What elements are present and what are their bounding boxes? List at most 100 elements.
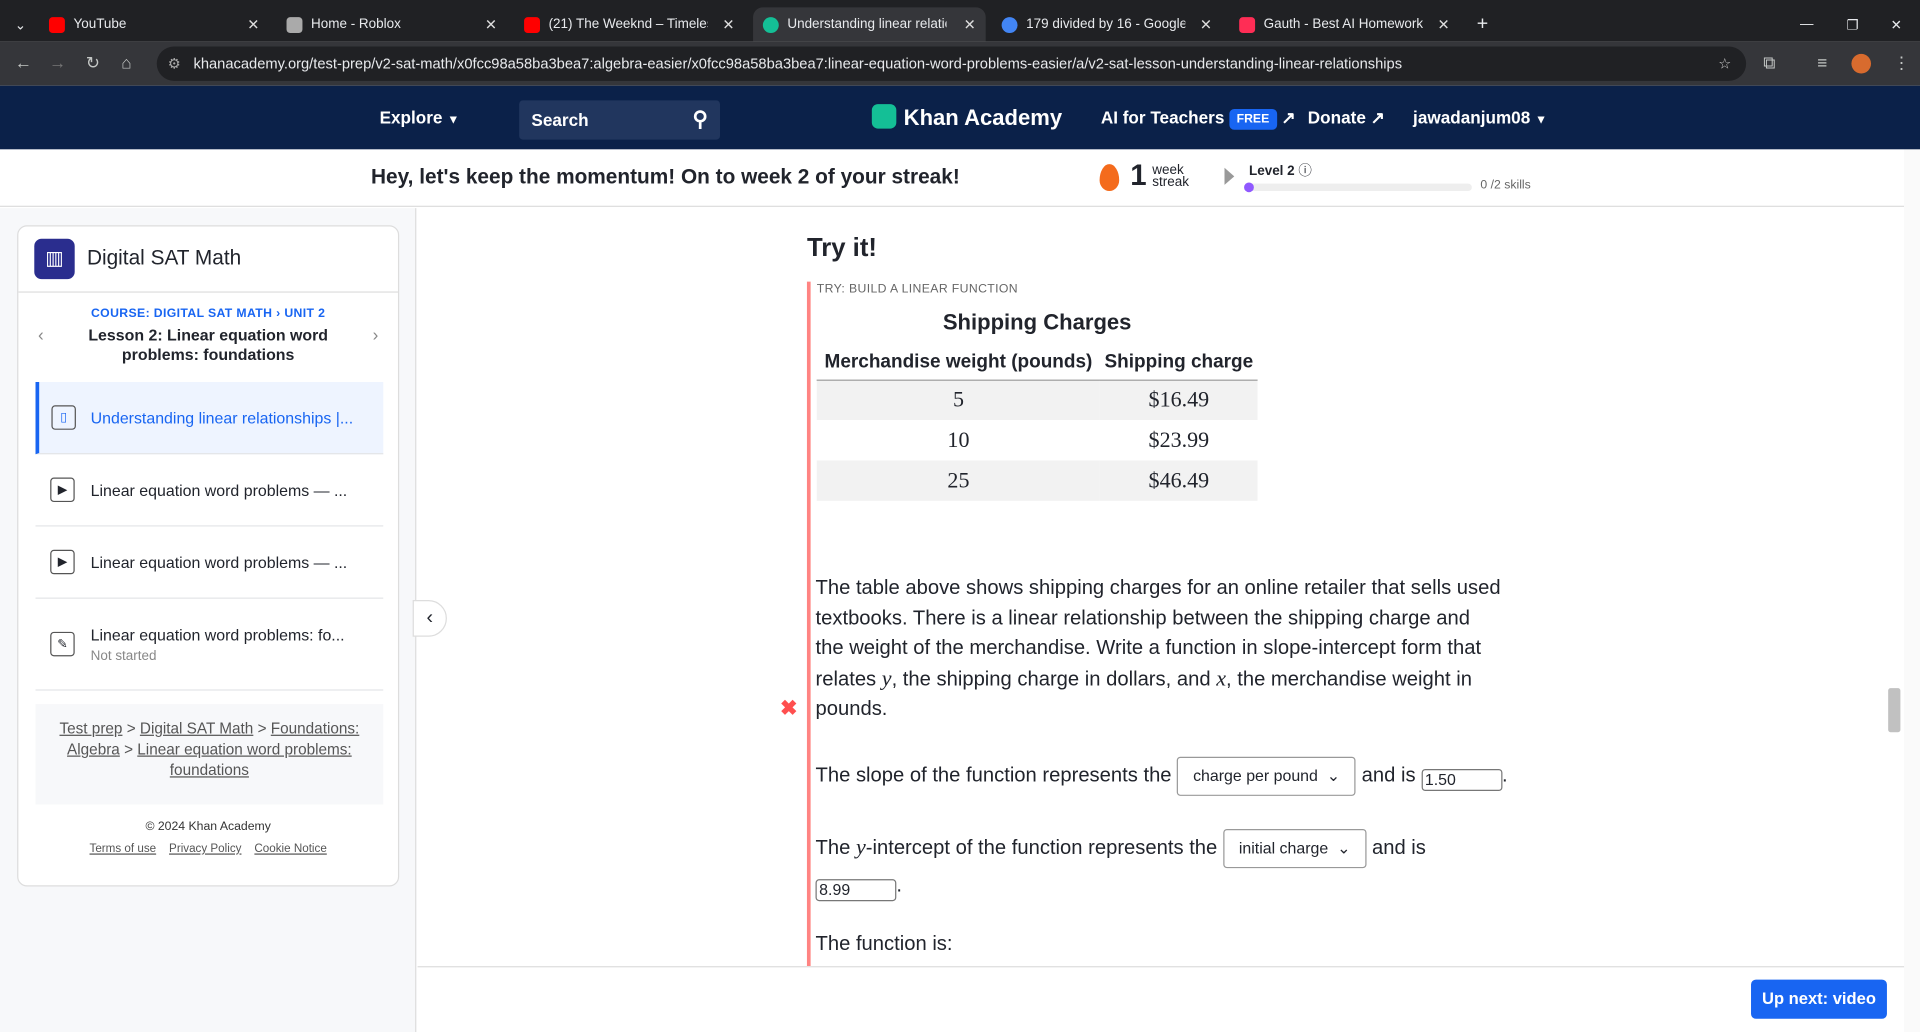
close-icon[interactable]: ✕ xyxy=(485,16,497,33)
search-icon: ⚲ xyxy=(692,107,708,132)
site-header: Explore ▼ Search ⚲ Khan Academy AI for Te… xyxy=(0,85,1920,150)
level-progress-bar xyxy=(1244,182,1472,193)
home-icon[interactable]: ⌂ xyxy=(121,53,131,73)
progress-dot xyxy=(1244,182,1254,193)
problem-text: The table above shows shipping charges f… xyxy=(815,576,1501,721)
browser-toolbar: ← → ↻ ⌂ ⚙ khanacademy.org/test-prep/v2-sa… xyxy=(0,41,1920,86)
play-icon: ▶ xyxy=(50,477,75,503)
scrollbar-thumb[interactable] xyxy=(1888,688,1901,733)
close-window-button[interactable]: ✕ xyxy=(1881,7,1912,41)
tab-search-button[interactable]: ⌄ xyxy=(5,7,32,41)
breadcrumb-unit[interactable]: UNIT 2 xyxy=(284,307,325,320)
course-title[interactable]: Digital SAT Math xyxy=(87,246,241,270)
lesson-title: Lesson 2: Linear equation word problems:… xyxy=(88,325,329,364)
intercept-input[interactable]: 8.99 xyxy=(815,879,897,902)
new-tab-button[interactable]: + xyxy=(1467,7,1498,41)
incorrect-indicator-bar xyxy=(806,281,811,967)
table-row: 10 $23.99 xyxy=(817,420,1258,460)
flame-icon xyxy=(1099,164,1120,192)
cell: 10 xyxy=(947,427,970,452)
item-label: Understanding linear relationships |... xyxy=(90,408,354,427)
forward-icon[interactable]: → xyxy=(49,53,66,73)
reload-icon[interactable]: ↻ xyxy=(86,53,100,74)
crumb-link[interactable]: Digital SAT Math xyxy=(140,720,253,737)
shipping-table: Merchandise weight (pounds) Shipping cha… xyxy=(816,345,1258,501)
breadcrumb-course[interactable]: COURSE: DIGITAL SAT MATH xyxy=(91,307,272,320)
cell: 25 xyxy=(947,467,970,493)
footer-links: Terms of use Privacy Policy Cookie Notic… xyxy=(18,842,398,855)
browser-tab[interactable]: YouTube ✕ xyxy=(39,7,269,41)
search-input[interactable]: Search ⚲ xyxy=(519,100,721,140)
intercept-dropdown[interactable]: initial charge ⌄ xyxy=(1222,828,1367,869)
play-arrow-icon[interactable] xyxy=(1224,167,1235,185)
page-scrollbar[interactable] xyxy=(1904,149,1920,1032)
site-info-icon[interactable]: ⚙ xyxy=(168,47,181,81)
caret-down-icon: ▼ xyxy=(447,113,460,128)
close-icon[interactable]: ✕ xyxy=(964,16,976,33)
chevron-down-icon: ⌄ xyxy=(1326,766,1341,785)
crumb-link[interactable]: Linear equation word problems: foundatio… xyxy=(137,741,351,779)
close-icon[interactable]: ✕ xyxy=(1200,16,1212,33)
previous-lesson-button[interactable]: ‹ xyxy=(38,324,44,344)
bookmark-star-icon[interactable]: ☆ xyxy=(1718,47,1731,81)
external-link-icon: ↗ xyxy=(1281,107,1296,128)
play-icon: ▶ xyxy=(50,549,75,575)
restore-button[interactable]: ❐ xyxy=(1837,7,1869,41)
content-scrollbar[interactable] xyxy=(1885,208,1905,967)
browser-tab[interactable]: Gauth - Best AI Homework Help ✕ xyxy=(1229,7,1459,41)
ai-for-teachers-link[interactable]: AI for Teachers FREE ↗ xyxy=(1101,86,1296,150)
caret-down-icon: ▼ xyxy=(1535,113,1548,128)
table-title: Shipping Charges xyxy=(942,309,1132,335)
back-icon[interactable]: ← xyxy=(15,53,32,73)
browser-tab-bar: ⌄ YouTube ✕ Home - Roblox ✕ (21) The Weekn… xyxy=(0,0,1920,42)
tab-title: YouTube xyxy=(73,17,127,32)
browser-tab-active[interactable]: Understanding linear relationsh ✕ xyxy=(753,7,986,42)
sidebar-item-exercise[interactable]: ✎ Linear equation word problems: fo... Not… xyxy=(35,599,384,691)
function-label: The function is: xyxy=(815,933,953,956)
close-icon[interactable]: ✕ xyxy=(247,16,259,33)
tab-title: (21) The Weeknd – Timeless wi xyxy=(548,17,708,32)
browser-tab[interactable]: 179 divided by 16 - Google Sea ✕ xyxy=(992,7,1222,41)
item-label: Linear equation word problems — ... xyxy=(90,552,348,572)
try-label: TRY: BUILD A LINEAR FUNCTION xyxy=(816,282,1019,297)
user-menu[interactable]: jawadanjum08 ▼ xyxy=(1413,86,1547,150)
next-lesson-button[interactable]: › xyxy=(373,324,379,344)
section-heading: Try it! xyxy=(806,233,877,263)
extensions-icon[interactable]: ⧉ xyxy=(1763,53,1775,74)
khan-academy-logo[interactable]: Khan Academy xyxy=(871,86,1062,150)
minimize-button[interactable]: — xyxy=(1790,7,1823,41)
streak-banner: Hey, let's keep the momentum! On to week… xyxy=(0,149,1905,207)
cell: 5 xyxy=(952,387,964,412)
url-text: khanacademy.org/test-prep/v2-sat-math/x0… xyxy=(193,55,1403,73)
media-icon[interactable]: ≡ xyxy=(1817,53,1827,73)
crumb-link[interactable]: Test prep xyxy=(59,720,122,737)
address-bar[interactable]: ⚙ khanacademy.org/test-prep/v2-sat-math/x… xyxy=(156,46,1747,81)
sidebar-item-article[interactable]: ▯ Understanding linear relationships |... xyxy=(35,382,384,455)
sidebar-item-video[interactable]: ▶ Linear equation word problems — ... xyxy=(35,527,384,599)
sidebar-item-video[interactable]: ▶ Linear equation word problems — ... xyxy=(35,454,384,527)
cell: $16.49 xyxy=(1148,387,1210,412)
gauth-icon xyxy=(1239,16,1256,33)
info-icon[interactable]: ⓘ xyxy=(1298,164,1311,179)
slope-question: The slope of the function represents the… xyxy=(816,756,1526,796)
table-row: 5 $16.49 xyxy=(816,379,1258,421)
browser-tab[interactable]: (21) The Weeknd – Timeless wi ✕ xyxy=(514,7,744,41)
browser-tab[interactable]: Home - Roblox ✕ xyxy=(277,7,507,41)
streak-count: 1 xyxy=(1130,159,1147,193)
up-next-button[interactable]: Up next: video xyxy=(1751,979,1887,1019)
privacy-link[interactable]: Privacy Policy xyxy=(169,842,241,855)
slope-input[interactable]: 1.50 xyxy=(1421,769,1503,792)
close-icon[interactable]: ✕ xyxy=(1437,16,1449,33)
slope-dropdown[interactable]: charge per pound ⌄ xyxy=(1177,756,1357,796)
level-label: Level 2 ⓘ xyxy=(1248,164,1312,179)
close-icon[interactable]: ✕ xyxy=(722,16,734,33)
youtube-icon xyxy=(48,16,65,33)
profile-avatar[interactable] xyxy=(1851,53,1872,74)
column-header: Merchandise weight (pounds) xyxy=(824,351,1093,372)
cookie-link[interactable]: Cookie Notice xyxy=(254,842,326,855)
explore-menu[interactable]: Explore ▼ xyxy=(380,86,460,150)
terms-link[interactable]: Terms of use xyxy=(90,842,157,855)
donate-link[interactable]: Donate ↗ xyxy=(1308,86,1385,150)
menu-icon[interactable]: ⋮ xyxy=(1893,53,1910,74)
streak-unit: week streak xyxy=(1152,162,1189,190)
